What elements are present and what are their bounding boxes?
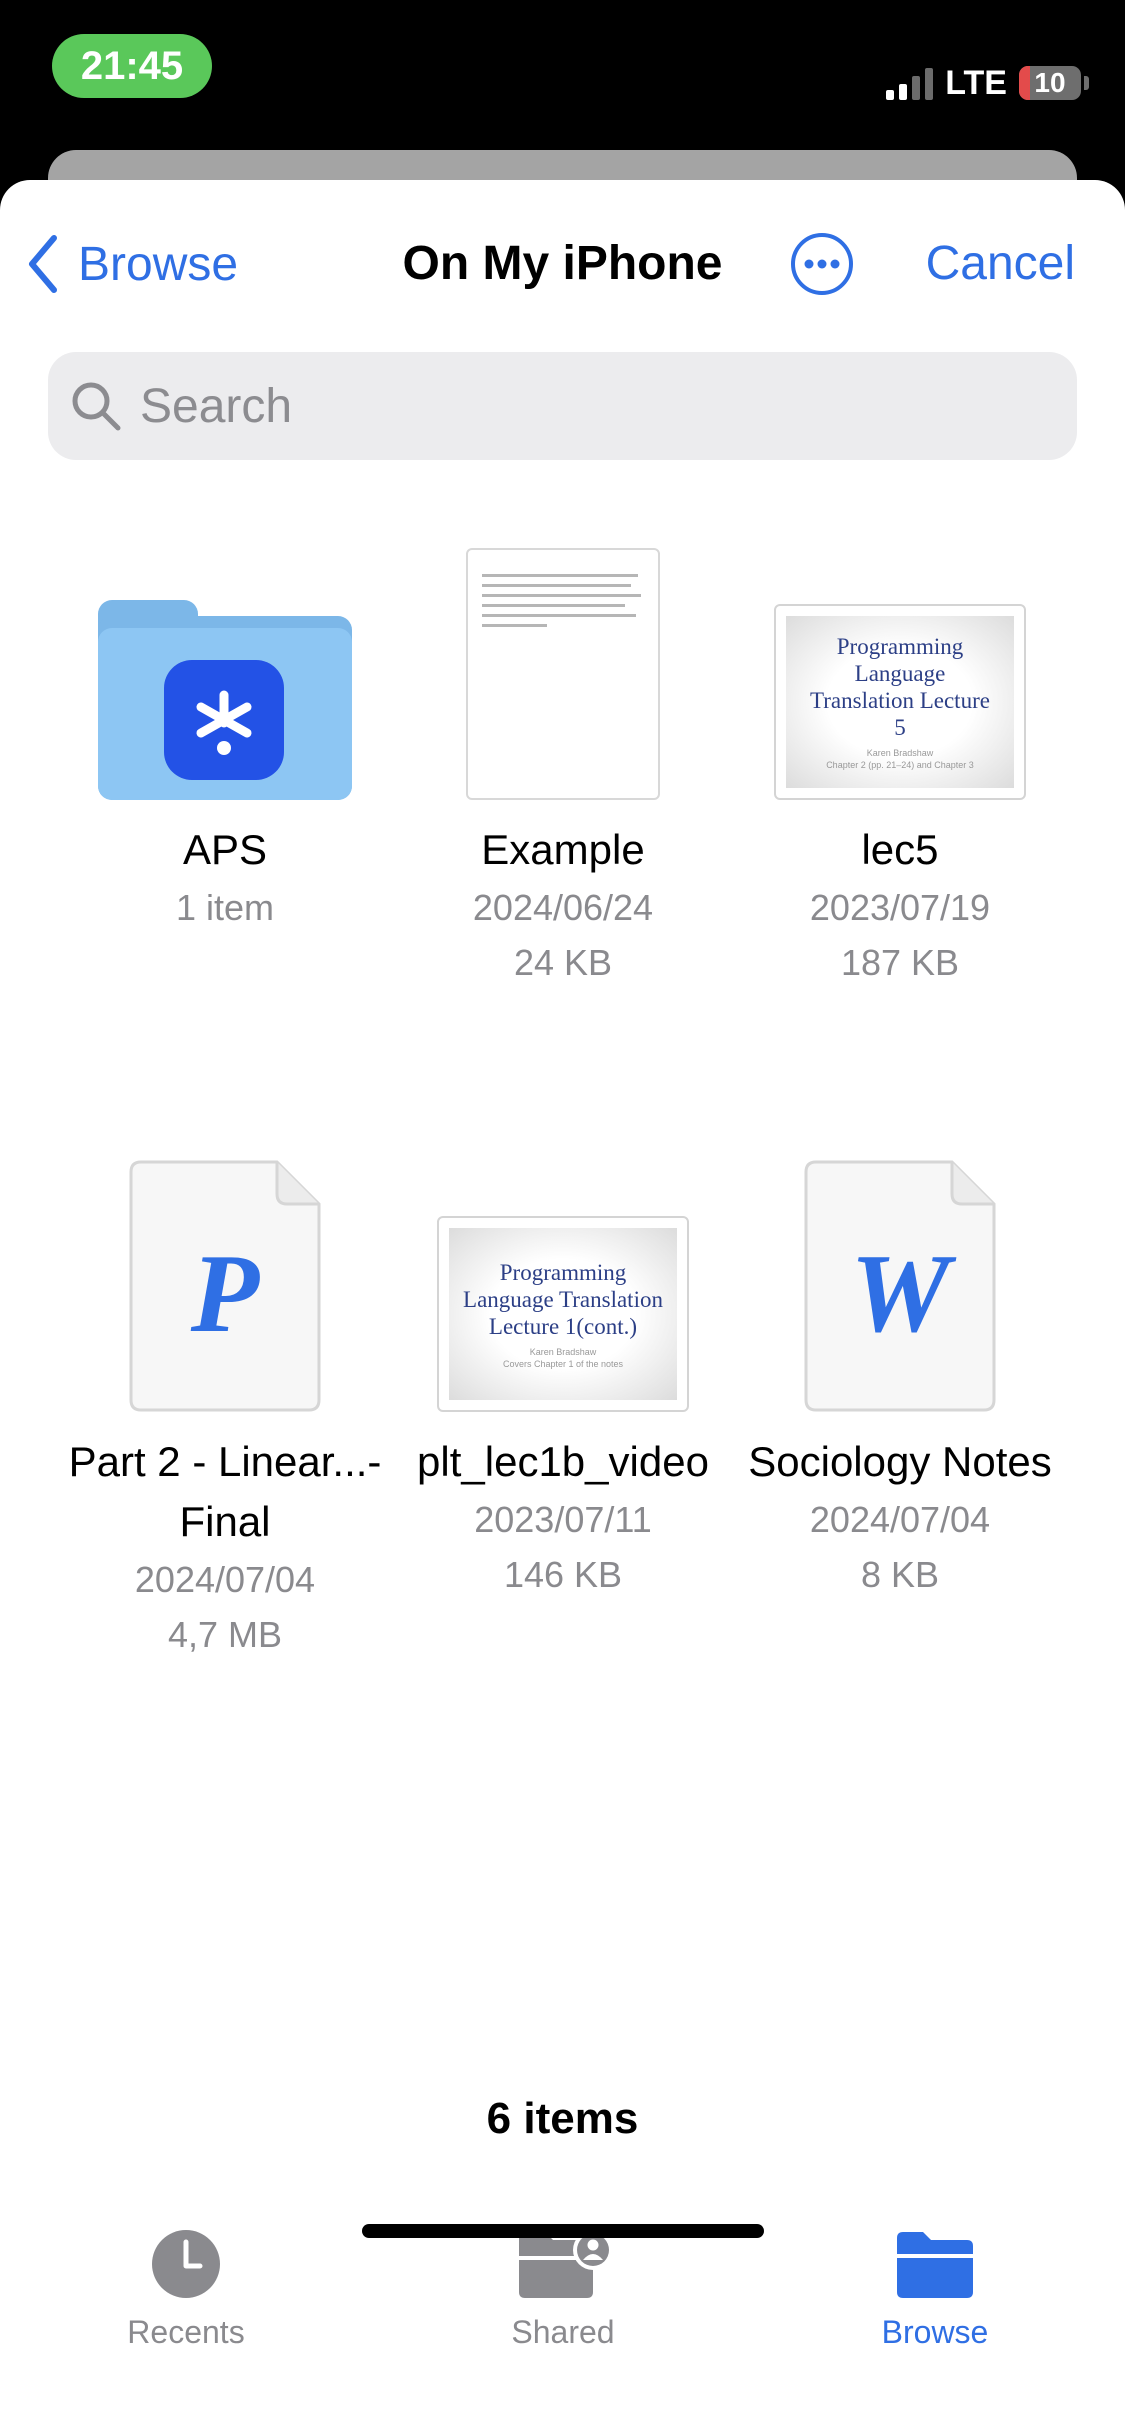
chevron-left-icon	[29, 235, 57, 293]
file-name: Example	[481, 826, 645, 873]
search-icon	[72, 382, 121, 431]
file-date: 2024/06/24	[472, 887, 654, 928]
back-button[interactable]: Browse	[26, 234, 238, 294]
file-item-example[interactable]: Example 2024/06/24 24 KB	[393, 540, 733, 990]
file-name: Part 2 - Linear...- Final	[68, 1438, 382, 1545]
clock-icon	[152, 2230, 220, 2298]
document-letter: W	[850, 1232, 950, 1356]
battery-level: 10	[1034, 67, 1066, 98]
tab-browse[interactable]: Browse	[815, 2228, 1055, 2351]
document-letter: P	[190, 1232, 260, 1356]
ellipsis-circle-icon	[791, 233, 853, 295]
file-item-lec5[interactable]: Programming Language Translation Lecture…	[730, 540, 1070, 990]
tab-label: Recents	[127, 2314, 245, 2350]
file-info: 1 item	[175, 887, 275, 928]
item-count: 6 items	[486, 2094, 639, 2143]
cancel-button[interactable]: Cancel	[926, 236, 1075, 291]
tab-label: Browse	[881, 2314, 989, 2350]
file-item-plt-lec1b-video[interactable]: Programming Language Translation Lecture…	[393, 1152, 733, 1602]
tab-shared[interactable]: Shared	[443, 2228, 683, 2351]
tab-label: Shared	[511, 2314, 615, 2350]
search-bar[interactable]	[48, 352, 1077, 460]
folder-icon	[98, 600, 352, 800]
back-label: Browse	[78, 237, 239, 291]
home-indicator[interactable]	[362, 2224, 764, 2238]
tab-recents[interactable]: Recents	[66, 2228, 306, 2351]
file-date: 2023/07/11	[474, 1499, 652, 1540]
slide-author: Karen Bradshaw	[529, 1346, 597, 1357]
file-browser-sheet: Browse On My iPhone Cancel Search APS 1 …	[0, 180, 1125, 2436]
presentation-thumbnail: Programming Language Translation Lecture…	[774, 604, 1026, 800]
status-time: 21:45	[52, 34, 212, 98]
more-button[interactable]	[790, 232, 854, 296]
battery-icon: 10	[1019, 66, 1081, 100]
thumbnail: W	[730, 1152, 1070, 1412]
slide-subtitle: Covers Chapter 1 of the notes	[502, 1358, 624, 1369]
thumbnail: P	[55, 1152, 395, 1412]
file-name: APS	[182, 826, 268, 873]
search-input[interactable]	[138, 377, 1042, 435]
thumbnail: Programming Language Translation Lecture…	[730, 540, 1070, 800]
file-date: 2023/07/19	[809, 887, 991, 928]
file-name: Sociology Notes	[748, 1438, 1052, 1485]
shared-folder-icon	[519, 2230, 611, 2298]
pages-document-icon: P	[129, 1160, 321, 1412]
file-size: 187 KB	[840, 942, 960, 983]
file-size: 4,7 MB	[167, 1614, 283, 1655]
signal-icon	[886, 66, 934, 100]
aps-app-icon	[164, 660, 284, 780]
word-document-icon: W	[804, 1160, 996, 1412]
document-thumbnail	[466, 548, 660, 800]
file-date: 2024/07/04	[134, 1559, 316, 1600]
thumbnail	[55, 540, 395, 800]
status-indicators: LTE 10	[886, 58, 1089, 108]
folder-icon	[897, 2232, 973, 2298]
thumbnail: Programming Language Translation Lecture…	[393, 1152, 733, 1412]
slide-title: Programming Language Translation Lecture…	[810, 634, 990, 740]
file-date: 2024/07/04	[809, 1499, 991, 1540]
file-size: 146 KB	[503, 1554, 623, 1595]
slide-subtitle: Chapter 2 (pp. 21–24) and Chapter 3	[826, 760, 974, 770]
slide-author: Karen Bradshaw	[866, 748, 934, 758]
file-item-part-2[interactable]: P Part 2 - Linear...- Final 2024/07/04 4…	[55, 1152, 395, 1662]
file-size: 24 KB	[513, 942, 613, 983]
file-name: plt_lec1b_video	[417, 1438, 709, 1485]
thumbnail	[393, 540, 733, 800]
network-label: LTE	[945, 63, 1007, 102]
file-name: lec5	[861, 826, 939, 873]
file-size: 8 KB	[860, 1554, 940, 1595]
presentation-thumbnail: Programming Language Translation Lecture…	[437, 1216, 689, 1412]
slide-title: Programming Language Translation Lecture…	[463, 1259, 663, 1339]
file-item-aps[interactable]: APS 1 item	[55, 540, 395, 935]
file-item-sociology-notes[interactable]: W Sociology Notes 2024/07/04 8 KB	[730, 1152, 1070, 1602]
screen: 21:45 LTE 10 Browse On My iPhone Cancel …	[0, 0, 1125, 2436]
